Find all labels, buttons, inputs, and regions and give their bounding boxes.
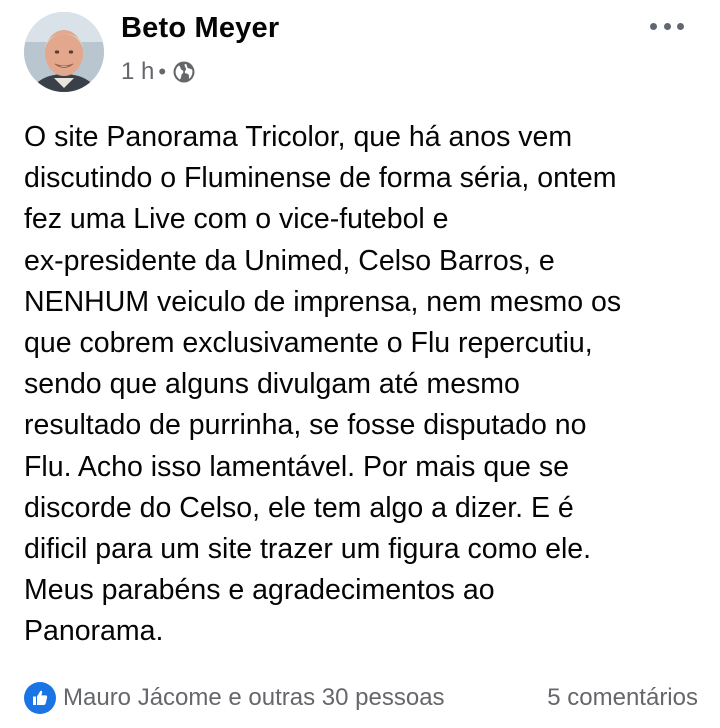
like-icon (24, 682, 56, 714)
reactions-summary[interactable]: Mauro Jácome e outras 30 pessoas (24, 682, 445, 714)
more-horizontal-icon-dot (663, 22, 671, 30)
avatar[interactable] (24, 12, 104, 92)
author-name[interactable]: Beto Meyer (121, 12, 279, 45)
avatar-photo (24, 12, 104, 92)
more-horizontal-icon-dot (650, 22, 657, 30)
globe-icon (173, 61, 195, 83)
post-text: O site Panorama Tricolor, que há anos ve… (24, 121, 622, 648)
post-meta: 1 h • (121, 56, 196, 88)
post-footer: Mauro Jácome e outras 30 pessoas 5 comen… (24, 678, 698, 718)
more-horizontal-icon-dot (677, 22, 684, 30)
post-timestamp[interactable]: 1 h (121, 58, 154, 86)
more-options-button[interactable] (650, 18, 684, 34)
reactions-text: Mauro Jácome e outras 30 pessoas (63, 684, 445, 711)
meta-separator: • (158, 59, 167, 84)
facebook-post: Beto Meyer 1 h • O site Panorama Tricolo… (0, 0, 720, 728)
comments-count-link[interactable]: 5 comentários (547, 684, 698, 712)
